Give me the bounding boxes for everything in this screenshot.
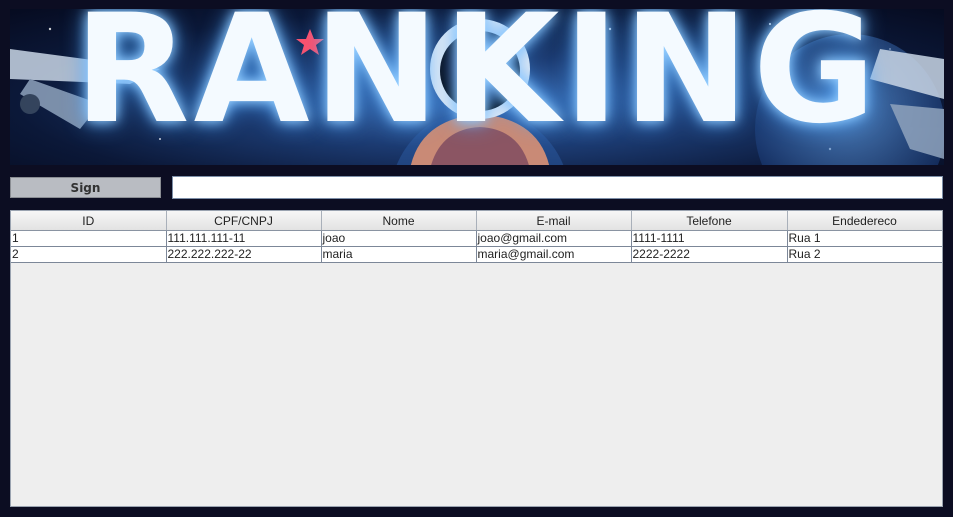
cell-endereco[interactable]: Rua 1 (787, 230, 942, 247)
column-header-cpf-cnpj[interactable]: CPF/CNPJ (166, 211, 322, 231)
cell-endereco[interactable]: Rua 2 (787, 246, 942, 263)
cell-id[interactable]: 1 (11, 230, 167, 247)
table-header-row: ID CPF/CNPJ Nome E-mail Telefone Endeder… (11, 211, 942, 231)
cell-nome[interactable]: maria (321, 246, 477, 263)
column-header-endereco[interactable]: Endedereco (787, 211, 942, 231)
column-header-email[interactable]: E-mail (476, 211, 632, 231)
cell-cpf-cnpj[interactable]: 111.111.111-11 (166, 230, 322, 247)
ranking-table-panel[interactable]: ID CPF/CNPJ Nome E-mail Telefone Endeder… (10, 210, 943, 507)
column-header-id[interactable]: ID (11, 211, 167, 231)
sign-input[interactable] (172, 176, 943, 199)
sign-button[interactable]: Sign (10, 177, 161, 198)
ranking-table: ID CPF/CNPJ Nome E-mail Telefone Endeder… (11, 211, 942, 263)
table-row[interactable]: 2 222.222.222-22 maria maria@gmail.com 2… (11, 246, 942, 263)
cell-cpf-cnpj[interactable]: 222.222.222-22 (166, 246, 322, 263)
column-header-telefone[interactable]: Telefone (631, 211, 788, 231)
cell-email[interactable]: maria@gmail.com (476, 246, 632, 263)
column-header-nome[interactable]: Nome (321, 211, 477, 231)
table-row[interactable]: 1 111.111.111-11 joao joao@gmail.com 111… (11, 230, 942, 247)
cell-telefone[interactable]: 2222-2222 (631, 246, 788, 263)
banner-title: RANKING (74, 9, 880, 157)
cell-telefone[interactable]: 1111-1111 (631, 230, 788, 247)
ranking-banner: RANKING (10, 9, 944, 165)
cell-nome[interactable]: joao (321, 230, 477, 247)
cell-email[interactable]: joao@gmail.com (476, 230, 632, 247)
cell-id[interactable]: 2 (11, 246, 167, 263)
